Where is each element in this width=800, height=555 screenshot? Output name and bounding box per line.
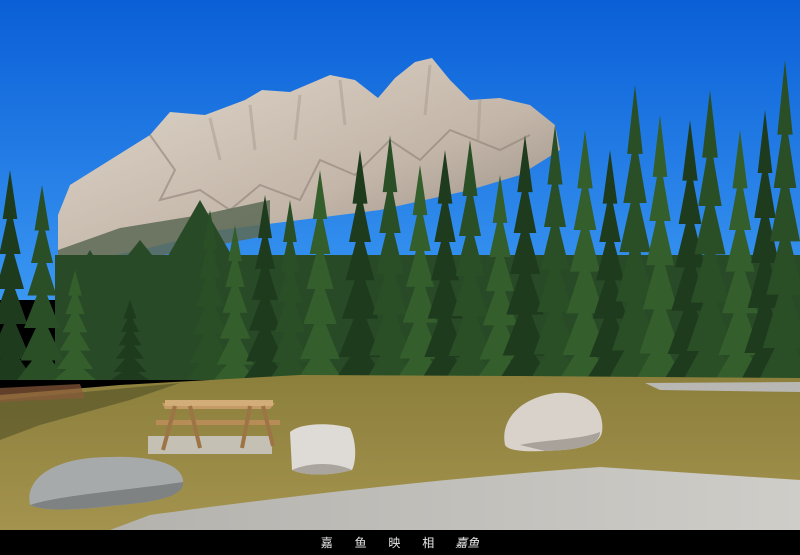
signature: 嘉鱼: [455, 536, 480, 550]
boulder-middle: [290, 424, 356, 475]
caption-bar: 嘉 鱼 映 相 嘉鱼: [0, 530, 800, 555]
watermark-caption: 嘉 鱼 映 相: [320, 536, 444, 550]
landscape-photo: [0, 0, 800, 530]
